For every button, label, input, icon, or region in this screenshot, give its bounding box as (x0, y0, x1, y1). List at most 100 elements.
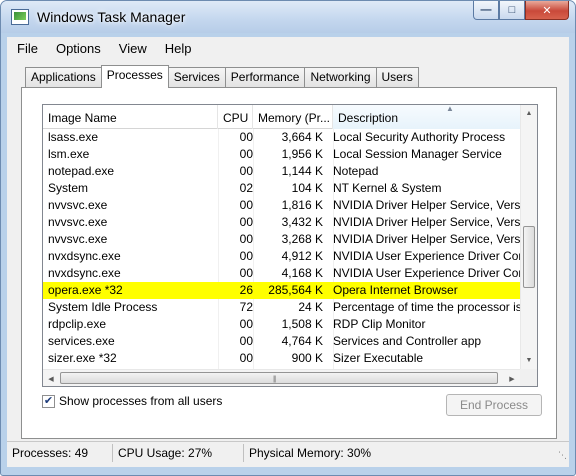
scroll-up-icon[interactable]: ▲ (521, 105, 537, 122)
window-controls: — □ ✕ (473, 1, 569, 21)
window-title: Windows Task Manager (37, 9, 186, 25)
end-process-button[interactable]: End Process (446, 394, 542, 416)
processes-panel: Image Name CPU Memory (Pr... Description… (21, 87, 557, 439)
process-name: nvvsvc.exe (48, 198, 108, 212)
process-memory: 1,816 K (281, 198, 323, 212)
process-row[interactable]: notepad.exe 00 1,144 K Notepad (43, 163, 521, 180)
process-cpu: 00 (239, 130, 253, 144)
process-row[interactable]: sizer.exe *32 00 900 K Sizer Executable (43, 350, 521, 367)
show-all-users-checkbox[interactable]: ✔ (42, 394, 55, 408)
process-memory: 24 K (298, 300, 323, 314)
process-cpu: 02 (239, 181, 253, 195)
horizontal-scrollbar[interactable]: ◀ ||| ▶ (43, 369, 521, 386)
process-name: opera.exe *32 (48, 283, 123, 297)
process-cpu: 00 (239, 351, 253, 365)
process-name: lsass.exe (48, 130, 99, 144)
vertical-scroll-thumb[interactable] (523, 226, 535, 288)
process-cpu: 72 (239, 300, 253, 314)
process-description: NVIDIA Driver Helper Service, Version ..… (333, 215, 521, 229)
minimize-icon: — (480, 4, 492, 16)
process-memory: 1,508 K (281, 317, 323, 331)
process-cpu: 00 (239, 215, 253, 229)
status-processes: Processes: 49 (7, 444, 113, 462)
process-row[interactable]: System Idle Process 72 24 K Percentage of t… (43, 299, 521, 316)
close-button[interactable]: ✕ (525, 1, 569, 20)
process-memory: 4,764 K (281, 334, 323, 348)
process-row[interactable]: nvvsvc.exe 00 3,432 K NVIDIA Driver Helper … (43, 214, 521, 231)
process-memory: 4,912 K (281, 249, 323, 263)
process-row[interactable]: services.exe 00 4,764 K Services and Contro… (43, 333, 521, 350)
process-description: Services and Controller app (333, 334, 482, 348)
status-physical-memory: Physical Memory: 30% (249, 446, 372, 460)
resize-grip-icon[interactable]: ⋱ (558, 450, 567, 461)
process-description: NVIDIA User Experience Driver Compo... (333, 249, 521, 263)
vertical-scrollbar[interactable]: ▲ ▼ (520, 105, 537, 369)
process-name: nvvsvc.exe (48, 232, 108, 246)
status-cpu-usage: CPU Usage: 27% (113, 444, 244, 462)
process-row[interactable]: lsass.exe 00 3,664 K Local Security Authori… (43, 129, 521, 146)
scroll-left-icon[interactable]: ◀ (43, 370, 59, 386)
column-memory[interactable]: Memory (Pr... (253, 105, 333, 129)
process-row[interactable]: nvvsvc.exe 00 3,268 K NVIDIA Driver Helper … (43, 231, 521, 248)
scroll-down-icon[interactable]: ▼ (521, 352, 537, 369)
process-description: Local Session Manager Service (333, 147, 502, 161)
tab-users[interactable]: Users (375, 67, 419, 87)
scroll-right-icon[interactable]: ▶ (504, 370, 520, 386)
process-memory: 1,144 K (281, 164, 323, 178)
menu-file[interactable]: File (7, 41, 47, 56)
process-description: RDP Clip Monitor (333, 317, 426, 331)
list-header: Image Name CPU Memory (Pr... Description… (43, 105, 521, 129)
process-row[interactable]: rdpclip.exe 00 1,508 K RDP Clip Monitor (43, 316, 521, 333)
list-body: lsass.exe 00 3,664 K Local Security Authori… (43, 129, 521, 367)
process-name: System Idle Process (48, 300, 158, 314)
process-row[interactable]: nvxdsync.exe 00 4,912 K NVIDIA User Experie… (43, 248, 521, 265)
scrollbar-corner (520, 369, 537, 386)
task-manager-window: Windows Task Manager — □ ✕ File Options … (0, 0, 576, 476)
maximize-button[interactable]: □ (499, 1, 525, 20)
column-description[interactable]: Description (333, 105, 521, 129)
process-memory: 4,168 K (281, 266, 323, 280)
process-list[interactable]: Image Name CPU Memory (Pr... Description… (42, 104, 538, 387)
tab-networking[interactable]: Networking (304, 67, 377, 87)
tab-processes[interactable]: Processes (100, 65, 169, 88)
tab-performance[interactable]: Performance (224, 67, 306, 87)
show-all-users-label[interactable]: Show processes from all users (59, 394, 222, 408)
column-image-name[interactable]: Image Name (43, 105, 218, 129)
tab-strip: Applications Processes Services Performa… (25, 65, 419, 88)
process-name: nvxdsync.exe (48, 249, 121, 263)
process-memory: 900 K (291, 351, 323, 365)
menu-options[interactable]: Options (47, 41, 110, 56)
tab-applications[interactable]: Applications (25, 67, 102, 87)
status-bar: Processes: 49 CPU Usage: 27% Physical Me… (7, 441, 569, 463)
process-memory: 104 K (291, 181, 323, 195)
column-cpu[interactable]: CPU (218, 105, 253, 129)
process-row[interactable]: opera.exe *32 26 285,564 K Opera Internet B… (43, 282, 521, 299)
tab-services[interactable]: Services (167, 67, 226, 87)
process-cpu: 00 (239, 164, 253, 178)
process-name: System (48, 181, 89, 195)
menu-view[interactable]: View (110, 41, 156, 56)
process-name: rdpclip.exe (48, 317, 107, 331)
process-description: Opera Internet Browser (333, 283, 458, 297)
process-row[interactable]: lsm.exe 00 1,956 K Local Session Manager Se… (43, 146, 521, 163)
process-memory: 285,564 K (268, 283, 323, 297)
minimize-button[interactable]: — (473, 1, 499, 20)
title-bar[interactable]: Windows Task Manager — □ ✕ (1, 1, 575, 33)
process-row[interactable]: System 02 104 K NT Kernel & System (43, 180, 521, 197)
show-all-users-option[interactable]: ✔ Show processes from all users (42, 394, 222, 408)
process-row[interactable]: nvxdsync.exe 00 4,168 K NVIDIA User Experie… (43, 265, 521, 282)
close-icon: ✕ (542, 4, 552, 17)
process-description: NT Kernel & System (333, 181, 442, 195)
horizontal-scroll-thumb[interactable]: ||| (60, 372, 498, 384)
process-name: nvxdsync.exe (48, 266, 121, 280)
process-memory: 1,956 K (281, 147, 323, 161)
process-row[interactable]: nvvsvc.exe 00 1,816 K NVIDIA Driver Helper … (43, 197, 521, 214)
process-name: sizer.exe *32 (48, 351, 117, 365)
process-memory: 3,664 K (281, 130, 323, 144)
process-cpu: 00 (239, 147, 253, 161)
menu-help[interactable]: Help (156, 41, 201, 56)
process-memory: 3,432 K (281, 215, 323, 229)
process-description: Local Security Authority Process (333, 130, 506, 144)
task-manager-icon (11, 9, 29, 25)
sort-ascending-icon: ▲ (446, 104, 454, 113)
